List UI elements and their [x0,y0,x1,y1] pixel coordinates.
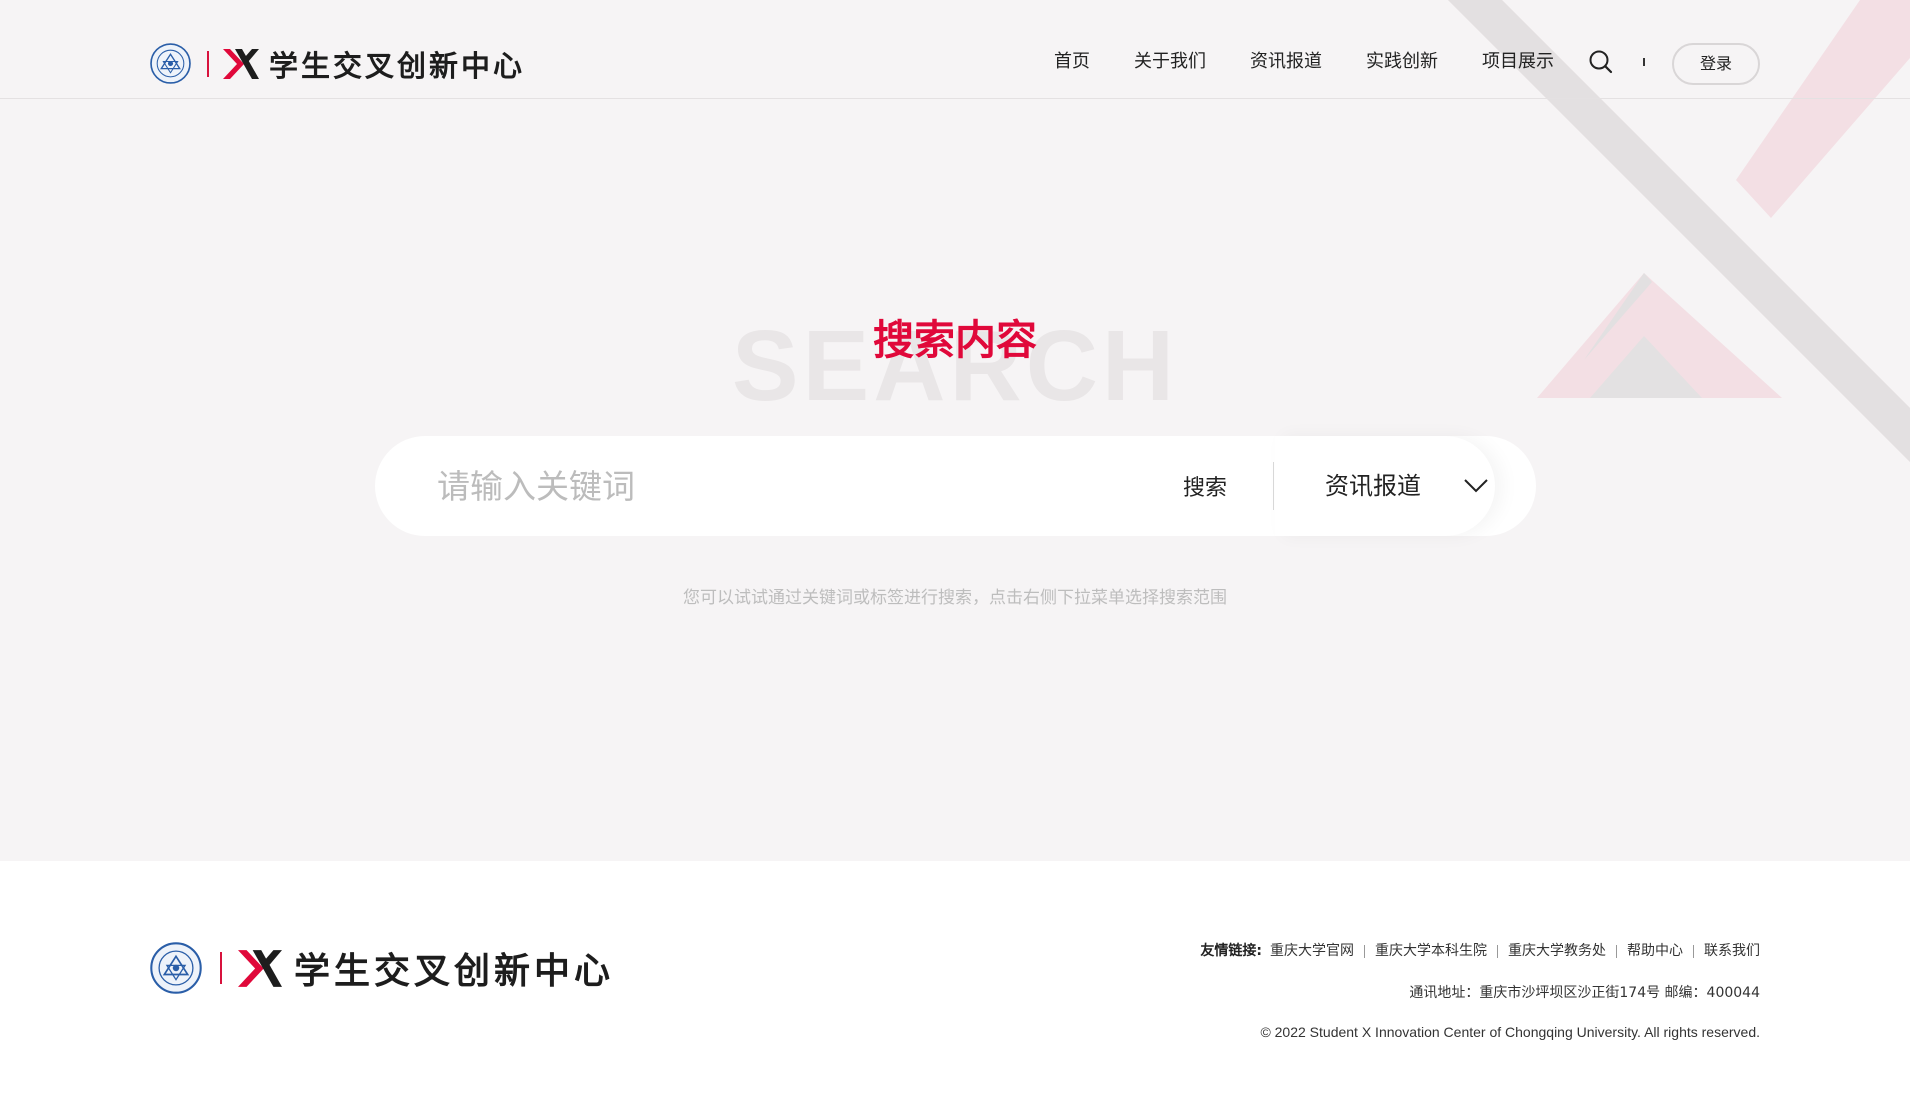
friend-links: 友情链接: 重庆大学官网 重庆大学本科生院 重庆大学教务处 帮助中心 联系我们 [1200,941,1760,961]
page-title: 搜索内容 [873,316,1037,364]
link-divider [1364,944,1365,958]
nav-projects[interactable]: 项目展示 [1482,50,1554,74]
logo-divider [220,952,222,984]
logo-divider [207,50,209,77]
nav-practice[interactable]: 实践创新 [1366,50,1438,74]
link-contact-us[interactable]: 联系我们 [1704,941,1760,961]
nav-about[interactable]: 关于我们 [1134,50,1206,74]
search-hint: 您可以试试通过关键词或标签进行搜索，点击右侧下拉菜单选择搜索范围 [683,588,1227,608]
footer-logo[interactable]: 学生交叉创新中心 [150,942,614,994]
x-logo-icon [238,949,282,987]
nav-home[interactable]: 首页 [1054,50,1090,74]
footer-logo-text: 学生交叉创新中心 [294,951,615,992]
link-help-center[interactable]: 帮助中心 [1627,941,1683,961]
friend-links-label: 友情链接: [1200,943,1262,959]
link-divider [1497,944,1498,958]
link-divider [1693,944,1694,958]
link-undergrad-school[interactable]: 重庆大学本科生院 [1375,941,1487,961]
background-decoration [1448,0,1910,462]
search-divider [1273,462,1274,510]
login-button[interactable]: 登录 [1672,43,1760,85]
site-logo[interactable]: 学生交叉创新中心 [150,43,525,84]
link-cqu-official[interactable]: 重庆大学官网 [1270,941,1354,961]
nav-divider [1643,58,1645,66]
link-academic-affairs[interactable]: 重庆大学教务处 [1508,941,1606,961]
hero-section: 学生交叉创新中心 首页 关于我们 资讯报道 实践创新 项目展示 登录 SEARC… [0,0,1910,861]
university-emblem-icon [150,43,191,84]
nav-news[interactable]: 资讯报道 [1250,50,1322,74]
search-input[interactable] [437,458,1107,514]
university-emblem-icon [150,942,202,994]
chevron-down-icon [1464,479,1488,493]
footer-address: 通讯地址：重庆市沙坪坝区沙正街174号 邮编：400044 [1409,985,1760,1001]
logo-text: 学生交叉创新中心 [269,48,526,83]
search-button[interactable]: 搜索 [1155,461,1255,511]
search-icon[interactable] [1588,49,1614,75]
search-bar: 搜索 资讯报道 [375,436,1536,536]
category-dropdown[interactable]: 资讯报道 [1275,436,1495,536]
link-divider [1616,944,1617,958]
footer-copyright: © 2022 Student X Innovation Center of Ch… [1260,1024,1760,1040]
x-logo-icon [223,48,259,79]
category-selected-value: 资讯报道 [1325,472,1421,500]
top-header: 学生交叉创新中心 首页 关于我们 资讯报道 实践创新 项目展示 登录 [0,0,1910,99]
